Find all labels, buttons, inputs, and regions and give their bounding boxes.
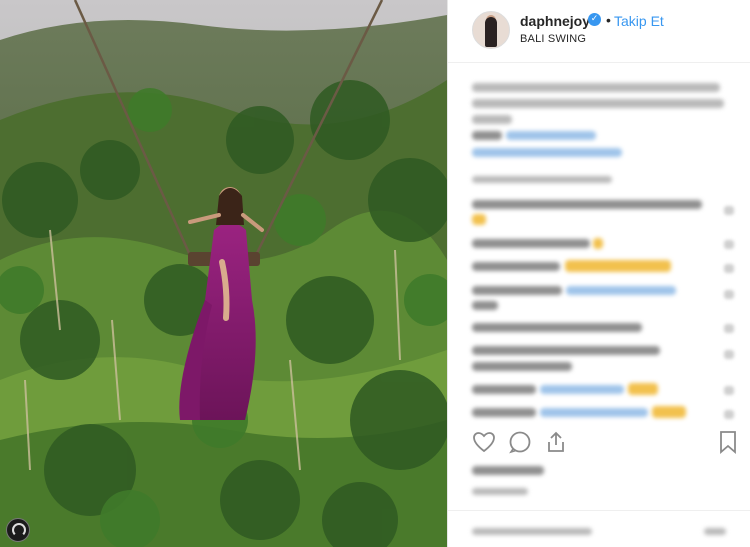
blurred-mention-link[interactable] — [540, 385, 624, 394]
blurred-mention-link[interactable] — [566, 286, 676, 295]
blurred-options-button[interactable] — [704, 528, 726, 535]
blurred-like-count[interactable] — [472, 466, 544, 475]
blurred-post-date — [472, 488, 528, 495]
blurred-emoji — [593, 238, 603, 249]
blurred-caption-line — [472, 83, 720, 92]
blurred-comment — [472, 408, 536, 417]
profile-avatar[interactable] — [472, 11, 510, 49]
follow-button[interactable]: Takip Et — [614, 13, 664, 29]
blurred-comment — [472, 200, 702, 209]
blurred-comment — [472, 286, 562, 295]
blurred-caption-line — [472, 131, 502, 140]
blurred-comment — [472, 385, 536, 394]
blurred-comment — [472, 239, 590, 248]
comment-divider — [448, 510, 750, 511]
blurred-emoji — [628, 383, 658, 395]
blurred-timestamp — [472, 176, 612, 183]
blurred-comment — [472, 323, 642, 332]
blurred-comment — [472, 346, 660, 355]
blurred-caption-line — [472, 115, 512, 124]
jungle-swing-image — [0, 0, 447, 547]
avatar-figure — [485, 17, 497, 47]
comment-like-icon[interactable] — [724, 350, 734, 359]
blurred-mention-link[interactable] — [506, 131, 596, 140]
blurred-emoji — [565, 260, 671, 272]
separator-dot: • — [606, 12, 611, 28]
blurred-mention-link[interactable] — [540, 408, 648, 417]
comment-like-icon[interactable] — [724, 240, 734, 249]
comment-like-icon[interactable] — [724, 410, 734, 419]
blurred-emoji — [472, 214, 486, 225]
blurred-emoji — [652, 406, 686, 418]
blurred-comment-input[interactable] — [472, 528, 592, 535]
verified-badge-icon: ✓ — [588, 13, 601, 26]
comment-icon[interactable] — [508, 430, 532, 454]
post-header: daphnejoy ✓ • Takip Et BALI SWING — [448, 0, 750, 63]
comment-like-icon[interactable] — [724, 290, 734, 299]
comment-like-icon[interactable] — [724, 206, 734, 215]
location-link[interactable]: BALI SWING — [520, 33, 586, 45]
post-sidebar: daphnejoy ✓ • Takip Et BALI SWING — [447, 0, 750, 547]
blurred-hashtag-link[interactable] — [472, 148, 622, 157]
share-icon[interactable] — [544, 430, 568, 454]
bookmark-icon[interactable] — [716, 430, 740, 454]
blurred-comment — [472, 362, 572, 371]
owner-avatar-icon[interactable] — [6, 518, 30, 542]
blurred-caption-line — [472, 99, 724, 108]
heart-icon[interactable] — [472, 430, 496, 454]
blurred-comment — [472, 262, 560, 271]
comment-like-icon[interactable] — [724, 386, 734, 395]
comment-like-icon[interactable] — [724, 264, 734, 273]
blurred-comment — [472, 301, 498, 310]
comment-like-icon[interactable] — [724, 324, 734, 333]
username-link[interactable]: daphnejoy — [520, 13, 590, 29]
post-photo[interactable] — [0, 0, 447, 547]
